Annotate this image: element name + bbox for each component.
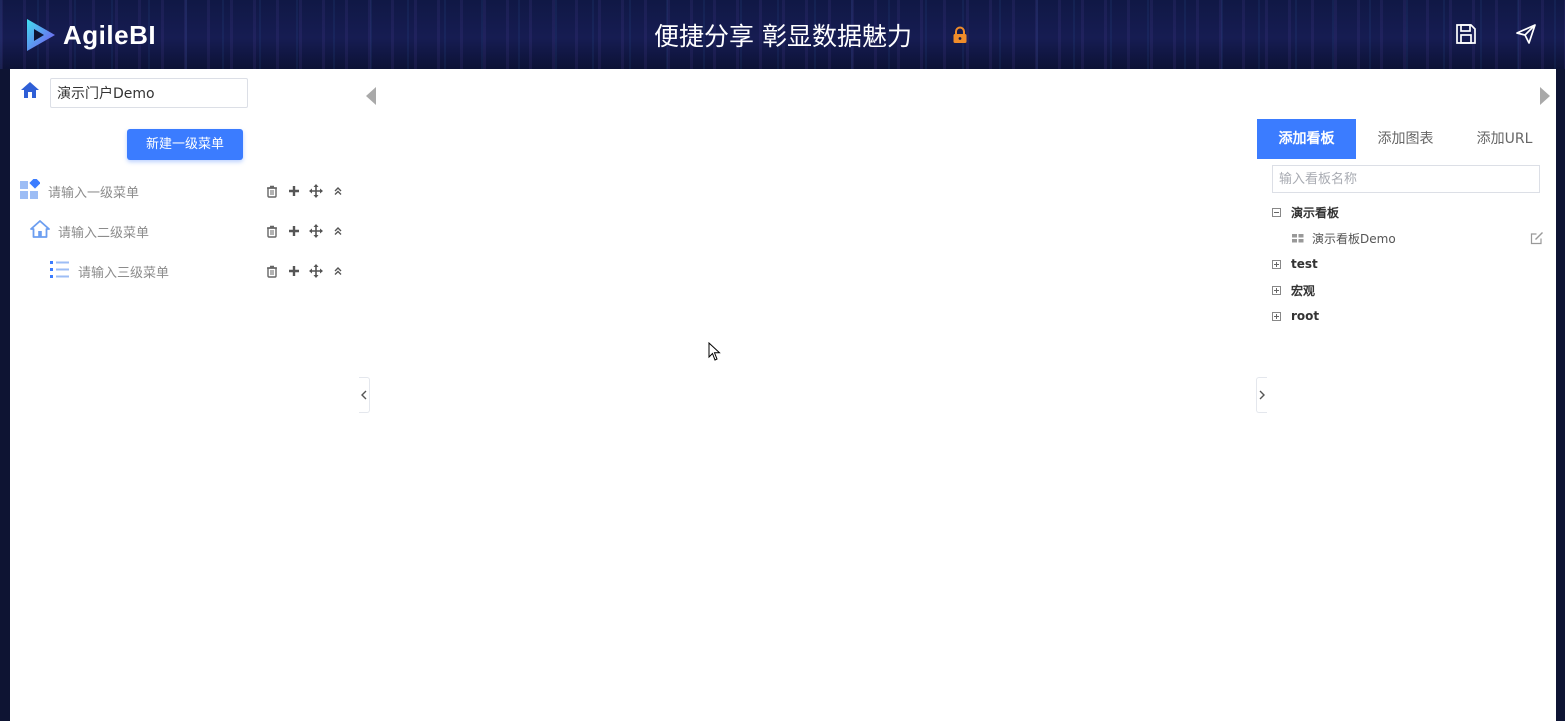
tree-folder-label: 演示看板 <box>1291 205 1340 220</box>
tree-folder-test[interactable]: test <box>1272 254 1318 274</box>
trash-icon[interactable] <box>265 264 279 278</box>
collapse-up-icon[interactable] <box>331 264 345 278</box>
chevron-right-icon <box>1259 390 1265 400</box>
tab-add-url[interactable]: 添加URL <box>1455 119 1554 159</box>
menu-item-label[interactable]: 请输入三级菜单 <box>78 262 169 281</box>
edit-icon[interactable] <box>1530 231 1544 248</box>
expand-toggle-icon[interactable] <box>1272 259 1281 269</box>
list-icon <box>50 259 70 283</box>
logo-text: AgileBI <box>63 19 157 50</box>
tree-folder-macro[interactable]: 宏观 <box>1272 280 1315 300</box>
move-icon[interactable] <box>309 264 323 278</box>
collapse-right-panel-button[interactable] <box>1256 377 1267 413</box>
plus-icon[interactable] <box>287 224 301 238</box>
scroll-right-arrow-icon[interactable] <box>1540 87 1550 109</box>
scroll-left-arrow-icon[interactable] <box>366 87 376 109</box>
move-icon[interactable] <box>309 224 323 238</box>
tree-folder-label: test <box>1291 257 1318 271</box>
collapse-up-icon[interactable] <box>331 224 345 238</box>
add-content-tabs: 添加看板 添加图表 添加URL <box>1257 119 1556 159</box>
scrollbar-gutter <box>1556 69 1565 721</box>
tree-leaf-dashboard[interactable]: 演示看板Demo <box>1292 228 1544 248</box>
tree-folder-demo[interactable]: 演示看板 <box>1272 202 1339 222</box>
collapse-left-panel-button[interactable] <box>359 377 370 413</box>
app-logo: AgileBI <box>24 17 156 53</box>
menu-item-label[interactable]: 请输入一级菜单 <box>48 182 139 201</box>
portal-name-input[interactable] <box>50 78 248 108</box>
home-icon <box>30 219 50 243</box>
tree-leaf-label: 演示看板Demo <box>1312 231 1396 246</box>
trash-icon[interactable] <box>265 184 279 198</box>
menu-item-actions <box>265 259 345 283</box>
save-icon[interactable] <box>1454 22 1478 50</box>
portal-home-icon <box>20 81 40 103</box>
tab-add-dashboard[interactable]: 添加看板 <box>1257 119 1356 159</box>
plus-icon[interactable] <box>287 264 301 278</box>
dashboard-search-input[interactable] <box>1272 165 1540 193</box>
new-top-menu-button[interactable]: 新建一级菜单 <box>127 129 243 160</box>
tree-folder-label: root <box>1291 309 1320 323</box>
send-icon[interactable] <box>1514 22 1538 50</box>
tree-folder-root[interactable]: root <box>1272 306 1319 326</box>
collapse-up-icon[interactable] <box>331 184 345 198</box>
menu-item-label[interactable]: 请输入二级菜单 <box>58 222 149 241</box>
menu-item-level3[interactable]: 请输入三级菜单 <box>50 259 169 283</box>
portal-editor: 新建一级菜单 请输入一级菜单 请输入二级菜单 <box>10 69 1556 721</box>
menu-item-actions <box>265 179 345 203</box>
expand-toggle-icon[interactable] <box>1272 311 1281 321</box>
dashboard-small-icon <box>1292 233 1304 243</box>
collapse-toggle-icon[interactable] <box>1272 207 1281 217</box>
dashboard-grid-icon <box>20 177 41 203</box>
chevron-left-icon <box>361 390 367 400</box>
menu-item-actions <box>265 219 345 243</box>
logo-mark-icon <box>27 19 55 51</box>
menu-item-level1[interactable]: 请输入一级菜单 <box>20 177 139 203</box>
mouse-pointer-icon <box>708 341 722 366</box>
expand-toggle-icon[interactable] <box>1272 285 1281 295</box>
tab-add-chart[interactable]: 添加图表 <box>1356 119 1455 159</box>
top-bar: AgileBI 便捷分享 彰显数据魅力 <box>0 0 1565 69</box>
tree-folder-label: 宏观 <box>1291 283 1316 298</box>
menu-item-level2[interactable]: 请输入二级菜单 <box>30 219 149 243</box>
plus-icon[interactable] <box>287 184 301 198</box>
lock-icon[interactable] <box>951 26 969 48</box>
trash-icon[interactable] <box>265 224 279 238</box>
move-icon[interactable] <box>309 184 323 198</box>
